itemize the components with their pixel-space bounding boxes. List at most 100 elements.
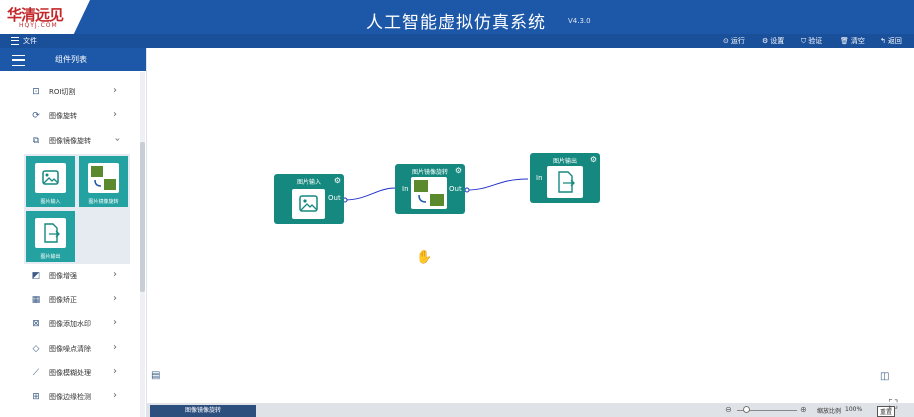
image-icon — [292, 189, 325, 219]
node-image-mirror[interactable]: 图片镜像旋转 ⚙ In Out — [395, 164, 465, 214]
gear-icon[interactable]: ⚙ — [334, 176, 341, 185]
port-out-label[interactable]: Out — [328, 194, 341, 202]
sidebar-item-label: 图像旋转 — [49, 112, 77, 120]
settings-button[interactable]: ⚙ 设置 — [762, 36, 784, 46]
edge-input-to-mirror — [344, 187, 396, 201]
chevron-down-icon: › — [111, 137, 123, 142]
node-image-output[interactable]: 图片输出 ⚙ In — [530, 153, 600, 203]
sidebar-item-label: 图像增强 — [49, 272, 77, 280]
port-dot — [464, 187, 470, 193]
chevron-right-icon: › — [113, 269, 117, 280]
scrollbar-thumb[interactable] — [140, 142, 145, 292]
zoom-out-icon[interactable]: ⊖ — [725, 405, 732, 414]
tile-label: 图片镜像旋转 — [88, 199, 119, 205]
sidebar-item-label: 图像矫正 — [49, 296, 77, 304]
file-export-icon — [35, 218, 66, 248]
menu-icon — [11, 37, 19, 45]
chevron-right-icon: › — [113, 109, 117, 120]
logo-subtext: HQYJ.COM — [19, 22, 58, 29]
sidebar-item-label: 图像噪点清除 — [49, 345, 91, 353]
correct-icon: ▦ — [31, 295, 41, 305]
zoom-in-icon[interactable]: ⊕ — [800, 405, 807, 414]
sidebar-item-label: 图像镜像旋转 — [49, 137, 91, 145]
rotate-icon: ⟳ — [32, 111, 40, 121]
flow-canvas[interactable]: 图片输入 ⚙ Out 图片镜像旋转 ⚙ In Out 图片输出 ⚙ In ✋ ▤… — [147, 48, 914, 403]
back-label: 返回 — [887, 37, 902, 45]
status-bar: 图像镜像旋转 ⊖ ⊕ 缩放比例 100% 重置 ⛶ — [147, 397, 914, 417]
fullscreen-icon[interactable]: ⛶ — [889, 397, 897, 412]
mirror-icon: ⧉ — [32, 136, 40, 146]
sidebar-title: 组件列表 — [55, 55, 87, 64]
chevron-right-icon: › — [113, 293, 117, 304]
connection-layer — [342, 178, 529, 203]
roi-crop-icon: ⊡ — [32, 87, 40, 97]
tile-image-input[interactable]: 图片输入 — [26, 156, 75, 207]
sidebar-item-denoise[interactable]: ◇ 图像噪点清除 › — [0, 341, 138, 359]
gear-icon: ⚙ — [762, 37, 769, 45]
app-title: 人工智能虚拟仿真系统 — [366, 13, 546, 33]
sidebar-item-edge[interactable]: ⊞ 图像边缘检测 › — [0, 389, 138, 407]
tile-label: 图片输入 — [40, 199, 61, 205]
edge-mirror-to-output — [466, 178, 529, 191]
gear-icon[interactable]: ⚙ — [590, 155, 597, 164]
back-button[interactable]: ↰ 返回 — [880, 36, 902, 46]
sidebar-item-blur[interactable]: ⟋ 图像模糊处理 › — [0, 365, 138, 383]
sidebar-item-roi[interactable]: ⊡ ROI切割 › — [0, 84, 138, 102]
mirror-flip-icon — [411, 177, 447, 209]
logo: 华清远见 HQYJ.COM — [0, 0, 90, 34]
chevron-right-icon: › — [113, 317, 117, 328]
sidebar-item-label: 图像模糊处理 — [49, 369, 91, 377]
tab-active[interactable]: 图像镜像旋转 — [150, 405, 256, 417]
file-export-icon — [547, 166, 583, 198]
sidebar-scrollbar[interactable] — [140, 72, 145, 417]
sidebar-item-label: ROI切割 — [49, 88, 76, 96]
port-in-label[interactable]: In — [536, 174, 543, 182]
chart-icon[interactable]: ▤ — [151, 370, 160, 381]
run-button[interactable]: ⊙ 运行 — [723, 36, 745, 46]
edge-icon: ⊞ — [32, 392, 40, 402]
port-out-label[interactable]: Out — [449, 185, 462, 193]
zoom-slider-knob[interactable] — [743, 406, 750, 413]
validate-label: 验证 — [808, 37, 823, 45]
clear-label: 清空 — [850, 37, 865, 45]
mirror-flip-icon — [88, 163, 119, 193]
sidebar-item-mirror[interactable]: ⧉ 图像镜像旋转 › — [0, 133, 138, 151]
sidebar-item-watermark[interactable]: ⊠ 图像添加水印 › — [0, 316, 138, 334]
validate-button[interactable]: ⛉ 验证 — [801, 36, 822, 46]
chevron-right-icon: › — [113, 390, 117, 401]
zoom-label: 缩放比例 — [817, 408, 842, 415]
file-menu-label: 文件 — [23, 37, 37, 45]
tile-image-output[interactable]: 图片输出 — [26, 211, 75, 262]
sidebar-item-enhance[interactable]: ◩ 图像增强 › — [0, 268, 138, 286]
tile-label: 图片输出 — [40, 254, 61, 260]
trash-icon: 🗑 — [840, 37, 849, 45]
tile-image-mirror[interactable]: 图片镜像旋转 — [79, 156, 128, 207]
app-version: V4.3.0 — [568, 17, 591, 25]
title-bar: 华清远见 HQYJ.COM 人工智能虚拟仿真系统 V4.3.0 — [0, 0, 914, 34]
smooth-icon: ⟋ — [32, 368, 40, 378]
enhance-icon: ◩ — [31, 271, 41, 281]
hand-cursor-icon: ✋ — [416, 250, 433, 265]
sidebar-item-correct[interactable]: ▦ 图像矫正 › — [0, 292, 138, 310]
port-in-label[interactable]: In — [402, 185, 409, 193]
play-circle-icon: ⊙ — [723, 37, 729, 45]
image-icon — [35, 163, 66, 193]
chevron-right-icon: › — [113, 342, 117, 353]
shield-icon: ⛉ — [801, 36, 807, 45]
run-label: 运行 — [730, 37, 745, 45]
menu-bar: 文件 ⊙ 运行 ⚙ 设置 ⛉ 验证 🗑 清空 ↰ 返回 — [0, 34, 914, 48]
book-icon[interactable]: ◫ — [880, 371, 889, 382]
node-image-input[interactable]: 图片输入 ⚙ Out — [274, 174, 344, 224]
chevron-right-icon: › — [113, 85, 117, 96]
chevron-right-icon: › — [113, 366, 117, 377]
file-menu[interactable]: 文件 — [11, 36, 37, 46]
component-tiles: 图片输入 图片镜像旋转 图片输出 — [24, 154, 130, 264]
clear-button[interactable]: 🗑 清空 — [840, 36, 865, 46]
watermark-icon: ⊠ — [32, 319, 40, 329]
collapse-menu-icon[interactable] — [12, 55, 25, 66]
sidebar-item-rotate[interactable]: ⟳ 图像旋转 › — [0, 108, 138, 126]
gear-icon[interactable]: ⚙ — [455, 166, 462, 175]
eraser-icon: ◇ — [32, 344, 40, 354]
sidebar-header: 组件列表 — [0, 48, 146, 71]
zoom-value: 100% — [845, 406, 863, 413]
